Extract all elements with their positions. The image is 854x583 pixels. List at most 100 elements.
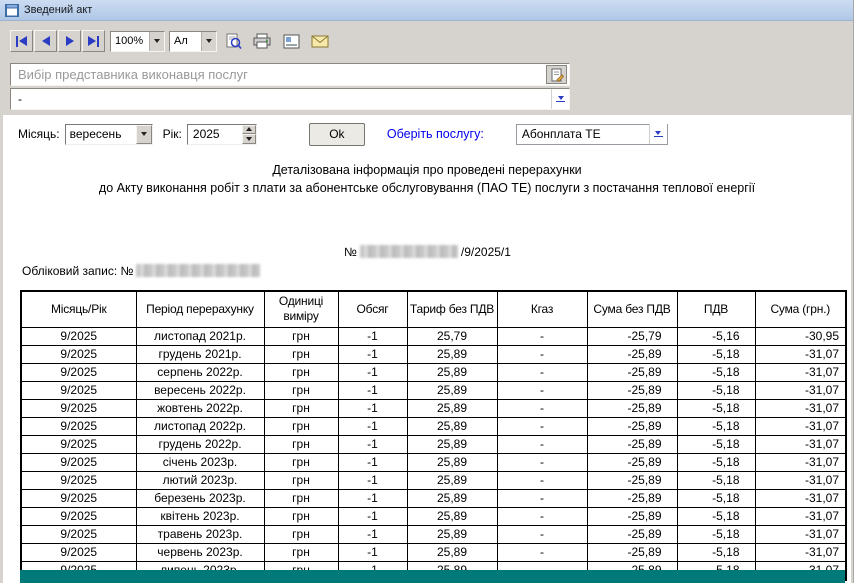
table-cell: жовтень 2022р. xyxy=(136,399,264,417)
table-cell: червень 2023р. xyxy=(136,543,264,561)
print-button[interactable] xyxy=(249,30,275,52)
table-cell: січень 2023р. xyxy=(136,453,264,471)
table-cell: -5,18 xyxy=(677,345,755,363)
chevron-down-icon xyxy=(136,125,152,144)
table-cell: -25,89 xyxy=(587,381,677,399)
chevron-down-icon xyxy=(201,32,216,51)
ok-button[interactable]: Ok xyxy=(309,123,365,146)
table-cell: 25,89 xyxy=(407,507,497,525)
year-stepper[interactable]: 2025 xyxy=(187,124,257,145)
table-row[interactable]: 9/2025лютий 2023р.грн-125,89--25,89-5,18… xyxy=(21,471,846,489)
last-page-icon xyxy=(88,36,96,46)
last-page-button[interactable] xyxy=(82,30,105,52)
column-header: Кгаз xyxy=(497,291,587,327)
month-select[interactable]: вересень xyxy=(65,124,153,145)
table-cell: 9/2025 xyxy=(21,381,136,399)
table-row[interactable]: 9/2025грудень 2021р.грн-125,89--25,89-5,… xyxy=(21,345,846,363)
chevron-down-icon xyxy=(149,32,164,51)
window-titlebar[interactable]: Зведений акт xyxy=(0,0,853,21)
column-header: Період перерахунку xyxy=(136,291,264,327)
table-cell: 9/2025 xyxy=(21,453,136,471)
table-cell: -1 xyxy=(338,543,407,561)
window-title: Зведений акт xyxy=(24,4,92,16)
table-cell: -25,89 xyxy=(587,489,677,507)
table-row[interactable]: 9/2025травень 2023р.грн-125,89--25,89-5,… xyxy=(21,525,846,543)
table-cell: 25,89 xyxy=(407,417,497,435)
table-cell: -5,16 xyxy=(677,327,755,345)
table-cell: -5,18 xyxy=(677,453,755,471)
table-row[interactable]: 9/2025жовтень 2022р.грн-125,89--25,89-5,… xyxy=(21,399,846,417)
table-row[interactable]: 9/2025квітень 2023р.грн-125,89--25,89-5,… xyxy=(21,507,846,525)
table-row[interactable]: 9/2025листопад 2022р.грн-125,89--25,89-5… xyxy=(21,417,846,435)
table-cell: 9/2025 xyxy=(21,417,136,435)
table-cell: -5,18 xyxy=(677,489,755,507)
table-cell: -31,07 xyxy=(755,435,846,453)
preview-button[interactable] xyxy=(220,30,246,52)
table-cell: -31,07 xyxy=(755,417,846,435)
table-cell: -1 xyxy=(338,417,407,435)
year-down-button[interactable] xyxy=(242,134,256,144)
table-header: Місяць/РікПеріод перерахункуОдиниці вимі… xyxy=(21,291,846,327)
column-header: ПДВ xyxy=(677,291,755,327)
table-cell: листопад 2022р. xyxy=(136,417,264,435)
table-cell: -25,89 xyxy=(587,543,677,561)
table-row[interactable]: 9/2025листопад 2021р.грн-125,79--25,79-5… xyxy=(21,327,846,345)
view-mode-select[interactable]: Ал xyxy=(169,31,217,52)
next-page-button[interactable] xyxy=(58,30,81,52)
column-header: Сума без ПДВ xyxy=(587,291,677,327)
table-cell: 25,89 xyxy=(407,489,497,507)
table-cell: -1 xyxy=(338,471,407,489)
table-cell: 25,89 xyxy=(407,363,497,381)
table-cell: 9/2025 xyxy=(21,525,136,543)
provider-banner-field[interactable]: Вибір представника виконавця послуг xyxy=(10,63,570,86)
provider-combo[interactable]: - xyxy=(10,88,570,110)
export-button[interactable] xyxy=(278,30,304,52)
table-cell: -1 xyxy=(338,525,407,543)
first-page-button[interactable] xyxy=(10,30,33,52)
table-cell: - xyxy=(497,417,587,435)
table-cell: -31,07 xyxy=(755,471,846,489)
table-cell: грн xyxy=(264,327,338,345)
chevron-down-icon xyxy=(649,124,667,144)
table-cell: -25,89 xyxy=(587,507,677,525)
column-header: Сума (грн.) xyxy=(755,291,846,327)
table-cell: грн xyxy=(264,381,338,399)
table-cell: -1 xyxy=(338,345,407,363)
table-cell: травень 2023р. xyxy=(136,525,264,543)
table-row[interactable]: 9/2025серпень 2022р.грн-125,89--25,89-5,… xyxy=(21,363,846,381)
service-value: Абонплата ТЕ xyxy=(522,127,601,141)
table-cell: грн xyxy=(264,453,338,471)
email-button[interactable] xyxy=(307,30,333,52)
table-row[interactable]: 9/2025грудень 2022р.грн-125,89--25,89-5,… xyxy=(21,435,846,453)
account-line: Обліковий запис: № xyxy=(22,263,260,278)
first-page-icon xyxy=(16,36,18,47)
next-page-icon xyxy=(66,36,74,46)
table-row[interactable]: 9/2025червень 2023р.грн-125,89--25,89-5,… xyxy=(21,543,846,561)
table-row[interactable]: 9/2025січень 2023р.грн-125,89--25,89-5,1… xyxy=(21,453,846,471)
table-cell: грн xyxy=(264,435,338,453)
table-cell: 9/2025 xyxy=(21,471,136,489)
table-cell: -1 xyxy=(338,399,407,417)
provider-edit-button[interactable] xyxy=(546,65,567,84)
chevron-down-icon xyxy=(551,89,569,109)
table-row[interactable]: 9/2025березень 2023р.грн-125,89--25,89-5… xyxy=(21,489,846,507)
table-cell: грн xyxy=(264,363,338,381)
table-cell: -31,07 xyxy=(755,381,846,399)
table-cell: -5,18 xyxy=(677,435,755,453)
table-cell: - xyxy=(497,345,587,363)
zoom-select[interactable]: 100% xyxy=(110,31,165,52)
table-cell: 9/2025 xyxy=(21,363,136,381)
year-up-button[interactable] xyxy=(242,125,256,135)
previous-page-button[interactable] xyxy=(34,30,57,52)
table-cell: -5,18 xyxy=(677,399,755,417)
table-cell: серпень 2022р. xyxy=(136,363,264,381)
table-cell: -5,18 xyxy=(677,525,755,543)
service-select[interactable]: Абонплата ТЕ xyxy=(516,124,668,145)
table-cell: - xyxy=(497,507,587,525)
table-row[interactable]: 9/2025вересень 2022р.грн-125,89--25,89-5… xyxy=(21,381,846,399)
table-cell: -1 xyxy=(338,453,407,471)
page-end-strip xyxy=(20,570,845,583)
month-label: Місяць: xyxy=(18,127,60,141)
report-title-line1: Деталізована інформація про проведені пе… xyxy=(3,163,851,177)
table-cell: -5,18 xyxy=(677,471,755,489)
